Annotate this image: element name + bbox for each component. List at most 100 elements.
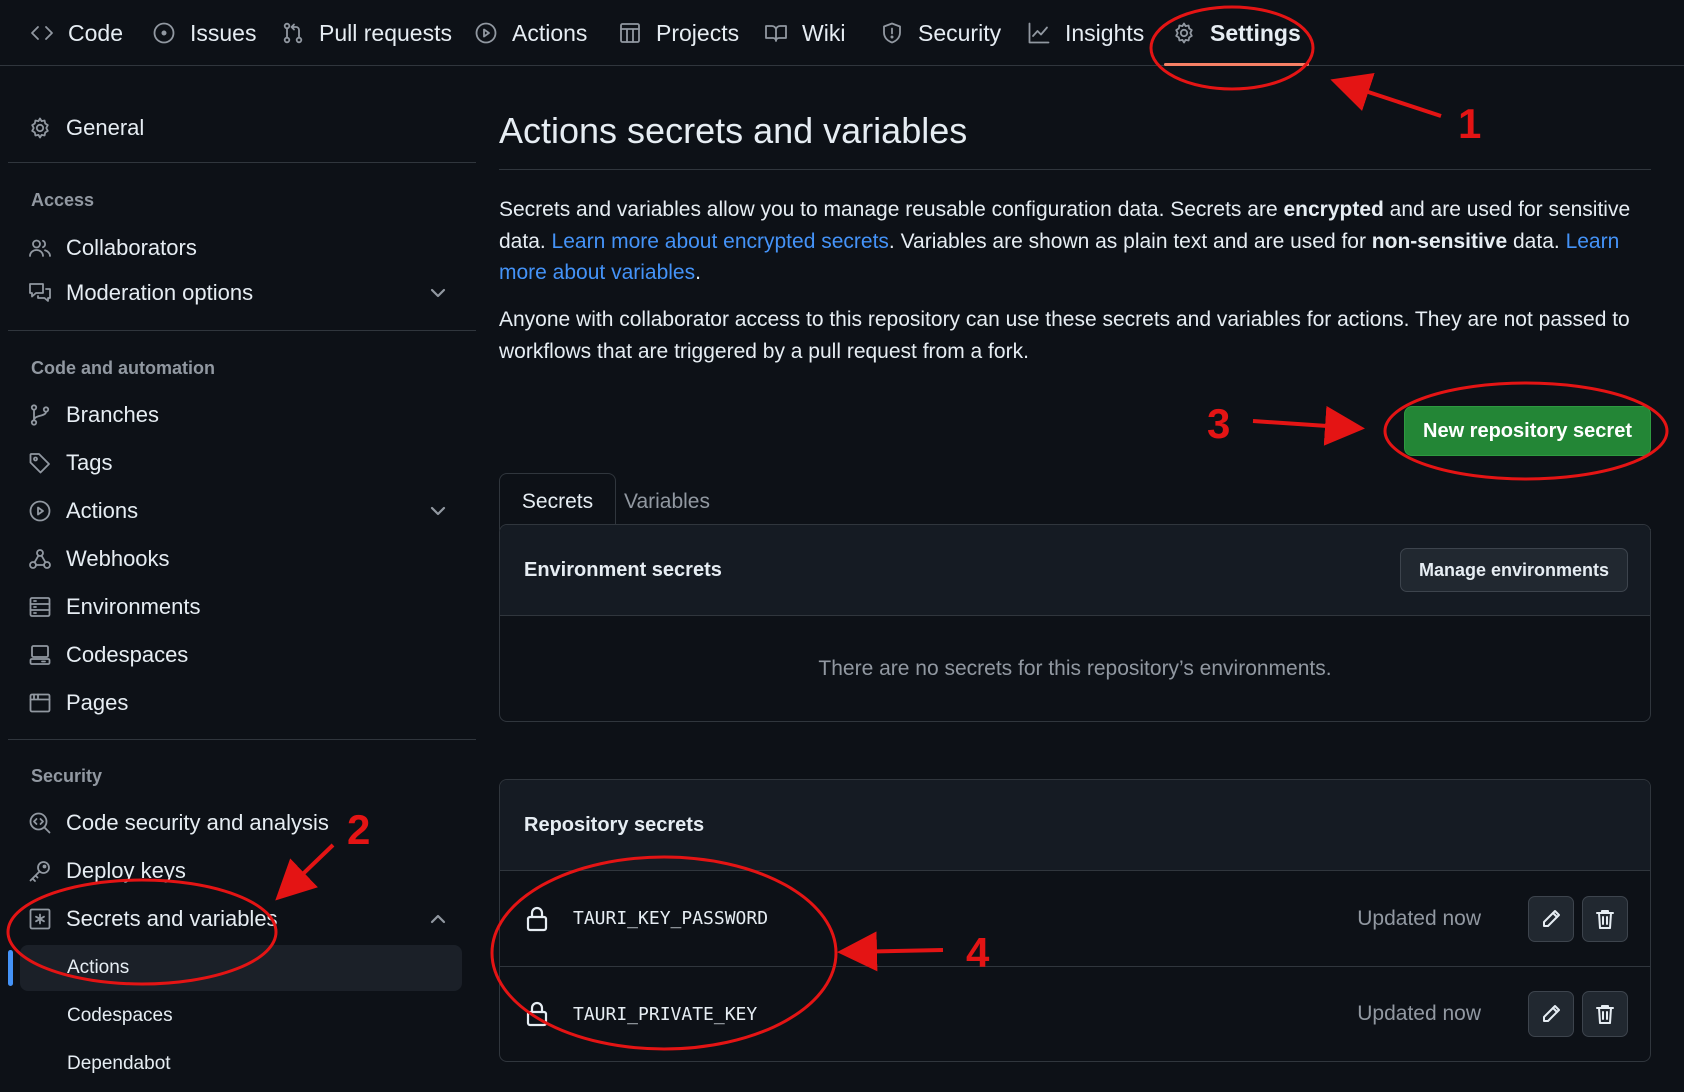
new-repository-secret-button[interactable]: New repository secret: [1404, 406, 1651, 456]
sidebar-item-label: Code security and analysis: [66, 810, 329, 835]
sidebar-item-webhooks[interactable]: Webhooks: [28, 539, 448, 579]
intro-text: .: [695, 261, 701, 284]
secret-name: TAURI_PRIVATE_KEY: [573, 1003, 758, 1025]
trash-icon: [1596, 909, 1614, 929]
pencil-icon: [1543, 909, 1560, 927]
sidebar-item-label: Collaborators: [66, 235, 197, 260]
box-header: Environment secrets Manage environments: [500, 525, 1650, 616]
repo-nav: Code Issues Pull requests Actions Projec…: [0, 0, 1684, 66]
nav-tab-insights[interactable]: Insights: [1027, 0, 1144, 66]
empty-state-message: There are no secrets for this repository…: [818, 656, 1332, 680]
intro-bold: non-sensitive: [1371, 229, 1508, 253]
graph-icon: [1028, 22, 1050, 44]
gear-icon: [31, 117, 49, 139]
trash-icon: [1596, 1005, 1614, 1024]
sidebar-subitem-codespaces[interactable]: Codespaces: [20, 993, 462, 1039]
sidebar-item-general[interactable]: General: [28, 108, 448, 148]
delete-secret-button[interactable]: [1582, 895, 1628, 942]
sidebar-item-label: General: [66, 115, 145, 140]
code-icon: [31, 26, 53, 40]
annotation-number-4: 4: [966, 929, 990, 976]
sidebar-item-deploy-keys[interactable]: Deploy keys: [28, 851, 448, 891]
book-icon: [765, 25, 787, 42]
annotation-arrow-1: [1330, 73, 1442, 118]
sidebar-item-environments[interactable]: Environments: [28, 587, 448, 627]
sidebar-item-label: Tags: [66, 450, 113, 475]
sidebar-item-label: Pages: [66, 690, 129, 715]
annotation-number-3: 3: [1207, 400, 1231, 447]
sidebar-item-secrets-and-variables[interactable]: Secrets and variables: [28, 899, 448, 939]
repository-secrets-title: Repository secrets: [524, 813, 705, 836]
nav-label: Issues: [190, 19, 257, 46]
tag-icon: [29, 453, 50, 474]
sidebar-item-label: Webhooks: [66, 546, 170, 571]
annotation-number-2: 2: [347, 806, 371, 853]
codespaces-icon: [29, 645, 51, 665]
pull-request-icon: [283, 22, 303, 44]
sidebar-item-label: Actions: [66, 498, 139, 523]
tab-variables[interactable]: Variables: [617, 473, 717, 530]
edit-secret-button[interactable]: [1528, 895, 1574, 942]
branch-icon: [30, 404, 50, 426]
sidebar-item-tags[interactable]: Tags: [28, 443, 448, 483]
codescan-icon: [29, 812, 51, 834]
chevron-down-icon[interactable]: [428, 501, 448, 521]
sidebar-item-collaborators[interactable]: Collaborators: [28, 228, 448, 268]
sidebar-item-label: Secrets and variables: [66, 906, 278, 931]
chevron-down-icon[interactable]: [428, 283, 448, 303]
nav-tab-projects[interactable]: Projects: [618, 0, 739, 66]
settings-sidebar: General Access Collaborators Moderation …: [0, 66, 476, 1092]
nav-label: Security: [918, 19, 1002, 46]
nav-tab-wiki[interactable]: Wiki: [764, 0, 845, 66]
play-icon: [29, 500, 51, 522]
intro-text: Secrets and variables allow you to manag…: [499, 198, 1284, 221]
divider: [8, 330, 476, 331]
intro-text: data.: [1507, 229, 1566, 253]
environment-secrets-box: Environment secrets Manage environments …: [499, 524, 1651, 722]
repository-secrets-box: Repository secrets TAURI_KEY_PASSWORD Up…: [499, 779, 1651, 1062]
edit-secret-button[interactable]: [1528, 991, 1574, 1037]
nav-label: Pull requests: [319, 19, 452, 46]
divider: [8, 739, 476, 740]
nav-label: Code: [68, 19, 123, 46]
secret-row: TAURI_KEY_PASSWORD Updated now: [500, 871, 1650, 966]
lock-icon: [526, 906, 548, 931]
nav-tab-pull-requests[interactable]: Pull requests: [281, 0, 452, 66]
nav-tab-issues[interactable]: Issues: [152, 0, 256, 66]
sidebar-item-actions[interactable]: Actions: [28, 491, 448, 531]
learn-more-secrets-link[interactable]: Learn more about encrypted secrets: [552, 230, 889, 253]
shield-icon: [883, 22, 901, 44]
sidebar-item-codespaces[interactable]: Codespaces: [28, 635, 448, 675]
sidebar-item-pages[interactable]: Pages: [28, 683, 448, 723]
sidebar-subitem-actions[interactable]: Actions: [20, 945, 462, 991]
table-icon: [620, 23, 640, 43]
nav-label: Projects: [656, 19, 740, 46]
server-icon: [29, 597, 51, 617]
box-header: Repository secrets: [500, 780, 1650, 871]
intro-text: . Variables are shown as plain text and …: [888, 229, 1372, 253]
delete-secret-button[interactable]: [1582, 991, 1628, 1037]
manage-environments-button[interactable]: Manage environments: [1399, 548, 1628, 592]
pencil-icon: [1543, 1005, 1560, 1022]
divider: [8, 162, 476, 163]
sidebar-item-label: Codespaces: [66, 642, 189, 667]
nav-label: Actions: [512, 19, 588, 46]
lock-icon: [526, 1001, 548, 1027]
nav-tab-security[interactable]: Security: [880, 0, 1001, 66]
secret-row: TAURI_PRIVATE_KEY Updated now: [500, 966, 1650, 1061]
browser-icon: [29, 693, 51, 713]
collaborator-note: Anyone with collaborator access to this …: [499, 308, 1630, 363]
sidebar-heading-code-automation: Code and automation: [31, 358, 215, 378]
nav-tab-code[interactable]: Code: [30, 0, 123, 66]
sidebar-item-label: Moderation options: [66, 280, 254, 305]
sidebar-item-code-security[interactable]: Code security and analysis: [28, 803, 448, 843]
sidebar-item-branches[interactable]: Branches: [28, 395, 448, 435]
chevron-up-icon[interactable]: [428, 909, 448, 929]
sidebar-subitem-dependabot[interactable]: Dependabot: [20, 1041, 462, 1087]
tab-secrets[interactable]: Secrets: [499, 473, 616, 530]
intro-bold: encrypted: [1283, 198, 1384, 221]
nav-tab-actions[interactable]: Actions: [474, 0, 587, 66]
nav-tab-settings[interactable]: Settings: [1164, 0, 1309, 66]
sidebar-item-moderation-options[interactable]: Moderation options: [28, 273, 448, 313]
asterisk-box-icon: [29, 908, 51, 930]
